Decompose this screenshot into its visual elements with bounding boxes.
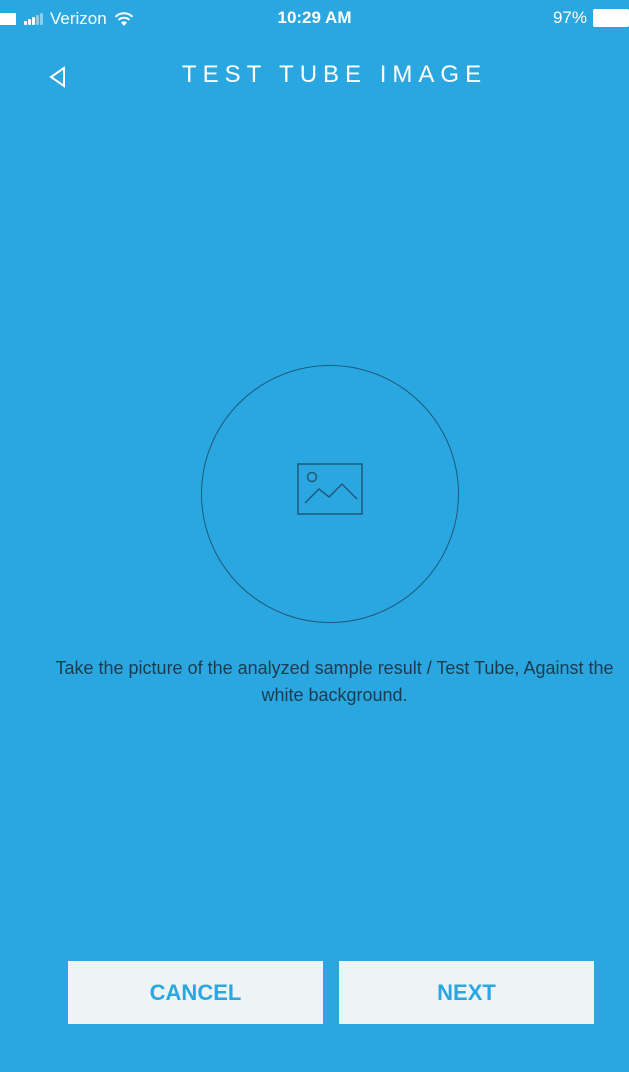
nav-bar: TEST TUBE IMAGE: [0, 55, 629, 99]
photo-picker-circle[interactable]: [201, 365, 459, 623]
status-bar: Verizon 10:29 AM 97%: [0, 0, 629, 40]
status-right: 97%: [553, 8, 629, 28]
status-time: 10:29 AM: [277, 8, 352, 27]
instruction-text: Take the picture of the analyzed sample …: [55, 658, 614, 705]
battery-icon: [593, 9, 629, 27]
image-placeholder-icon: [297, 463, 363, 515]
next-button[interactable]: NEXT: [339, 961, 594, 1024]
page-title: TEST TUBE IMAGE: [181, 61, 488, 88]
cancel-button[interactable]: CANCEL: [68, 961, 323, 1024]
battery-percent: 97%: [552, 8, 587, 27]
